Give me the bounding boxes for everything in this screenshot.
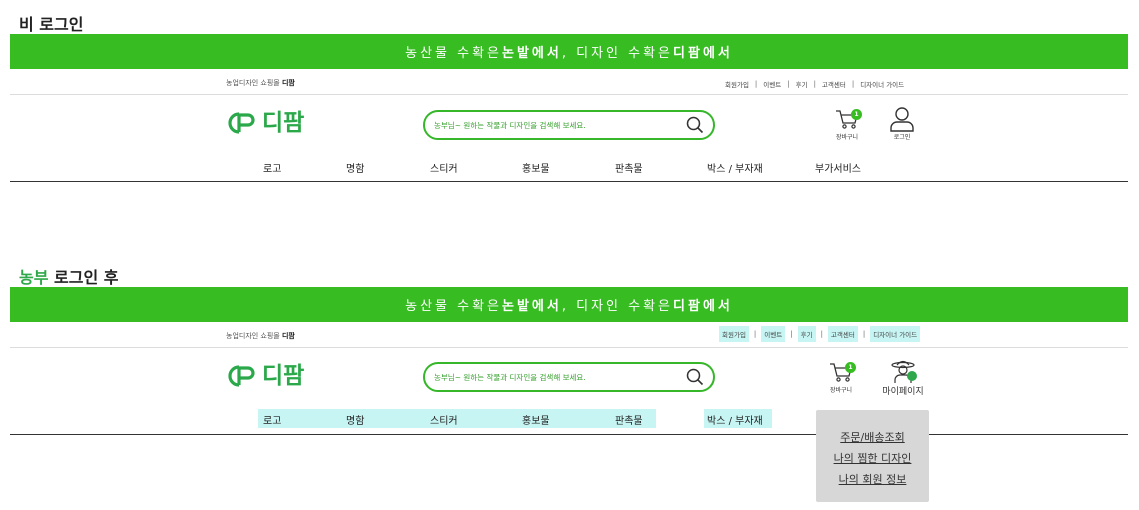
util-support-link[interactable]: 고객센터 (827, 326, 858, 342)
util-signup-link[interactable]: 회원가입 (719, 326, 749, 342)
util-designer-guide-link[interactable]: 디자이너 가이드 (859, 77, 905, 91)
util-review-link[interactable]: 후기 (797, 326, 816, 342)
util-event-link[interactable]: 이벤트 (762, 77, 782, 91)
cart-button[interactable]: 1 장바구니 (821, 361, 861, 394)
section-title-guest: 비 로그인 (19, 15, 84, 34)
util-separator: | (790, 330, 793, 338)
util-separator: | (787, 80, 790, 88)
util-separator: | (754, 80, 758, 88)
search-bar[interactable]: 농부님~ 원하는 작물과 디자인을 검색해 보세요. (423, 362, 715, 392)
cart-count-badge: 1 (845, 362, 856, 373)
mall-tagline: 농업디자인 쇼핑몰 디팜 (226, 79, 295, 87)
nav-item-promo-material[interactable]: 홍보물 (522, 160, 550, 175)
util-links: 회원가입 | 이벤트 | 후기 | 고객센터 | 디자이너 가이드 (724, 77, 905, 91)
logo-text: 디팜 (262, 109, 305, 136)
util-support-link[interactable]: 고객센터 (821, 77, 847, 91)
util-separator: | (862, 330, 866, 338)
search-icon[interactable] (686, 116, 704, 134)
mall-tagline: 농업디자인 쇼핑몰 디팜 (226, 332, 295, 340)
logo-mark-icon (228, 112, 255, 134)
nav-item-promo-material[interactable]: 홍보물 (522, 412, 550, 427)
cart-label: 장바구니 (835, 134, 859, 141)
nav-item-sticker[interactable]: 스티커 (430, 412, 458, 427)
nav-divider (10, 434, 1128, 435)
header-divider (10, 94, 1128, 95)
nav-item-box-supplies[interactable]: 박스 / 부자재 (707, 412, 763, 427)
login-button[interactable]: 로그인 (888, 106, 916, 141)
promo-banner: 농산물 수확은 논밭에서, 디자인 수확은 디팜에서 (10, 287, 1128, 322)
site-logo[interactable]: 디팜 (226, 111, 304, 135)
promo-banner: 농산물 수확은 논밭에서, 디자인 수확은 디팜에서 (10, 34, 1128, 69)
section-title-member: 농부 로그인 후 (19, 268, 119, 287)
util-signup-link[interactable]: 회원가입 (724, 77, 750, 91)
nav-item-business-card[interactable]: 명함 (346, 160, 364, 175)
mypage-dropdown-menu: 주문/배송조회 나의 찜한 디자인 나의 회원 정보 (816, 410, 929, 502)
util-separator: | (813, 80, 816, 88)
mypage-label: 마이페이지 (882, 387, 924, 397)
dropdown-order-tracking[interactable]: 주문/배송조회 (816, 429, 929, 445)
nav-item-extra-services[interactable]: 부가서비스 (815, 160, 861, 175)
util-separator: | (820, 330, 823, 338)
search-bar[interactable]: 농부님~ 원하는 작물과 디자인을 검색해 보세요. (423, 110, 715, 140)
util-separator: | (851, 80, 855, 88)
mypage-button[interactable]: 마이페이지 (878, 358, 928, 397)
logo-text: 디팜 (262, 362, 305, 389)
online-status-dot (907, 371, 917, 381)
cart-button[interactable]: 1 장바구니 (827, 108, 867, 141)
nav-item-box-supplies[interactable]: 박스 / 부자재 (707, 160, 763, 175)
util-designer-guide-link[interactable]: 디자이너 가이드 (870, 326, 921, 342)
nav-item-logo[interactable]: 로고 (263, 160, 281, 175)
util-review-link[interactable]: 후기 (795, 77, 809, 91)
util-separator: | (753, 330, 757, 338)
cart-label: 장바구니 (829, 387, 853, 394)
cart-count-badge: 1 (851, 109, 862, 120)
login-label: 로그인 (893, 134, 911, 141)
util-links: 회원가입 | 이벤트 | 후기 | 고객센터 | 디자이너 가이드 (719, 326, 921, 342)
nav-item-sticker[interactable]: 스티커 (430, 160, 458, 175)
search-input[interactable]: 농부님~ 원하는 작물과 디자인을 검색해 보세요. (434, 120, 686, 131)
user-icon (890, 107, 914, 132)
search-icon[interactable] (686, 368, 704, 386)
logo-mark-icon (228, 365, 255, 387)
nav-item-promo-goods[interactable]: 판촉물 (615, 412, 643, 427)
header-divider (10, 347, 1128, 348)
util-event-link[interactable]: 이벤트 (761, 326, 786, 342)
dropdown-member-info[interactable]: 나의 회원 정보 (816, 471, 929, 487)
nav-item-business-card[interactable]: 명함 (346, 412, 364, 427)
nav-divider (10, 181, 1128, 182)
nav-item-promo-goods[interactable]: 판촉물 (615, 160, 643, 175)
nav-item-logo[interactable]: 로고 (263, 412, 281, 427)
site-logo[interactable]: 디팜 (226, 364, 304, 388)
search-input[interactable]: 농부님~ 원하는 작물과 디자인을 검색해 보세요. (434, 372, 686, 383)
dropdown-liked-designs[interactable]: 나의 찜한 디자인 (816, 450, 929, 466)
